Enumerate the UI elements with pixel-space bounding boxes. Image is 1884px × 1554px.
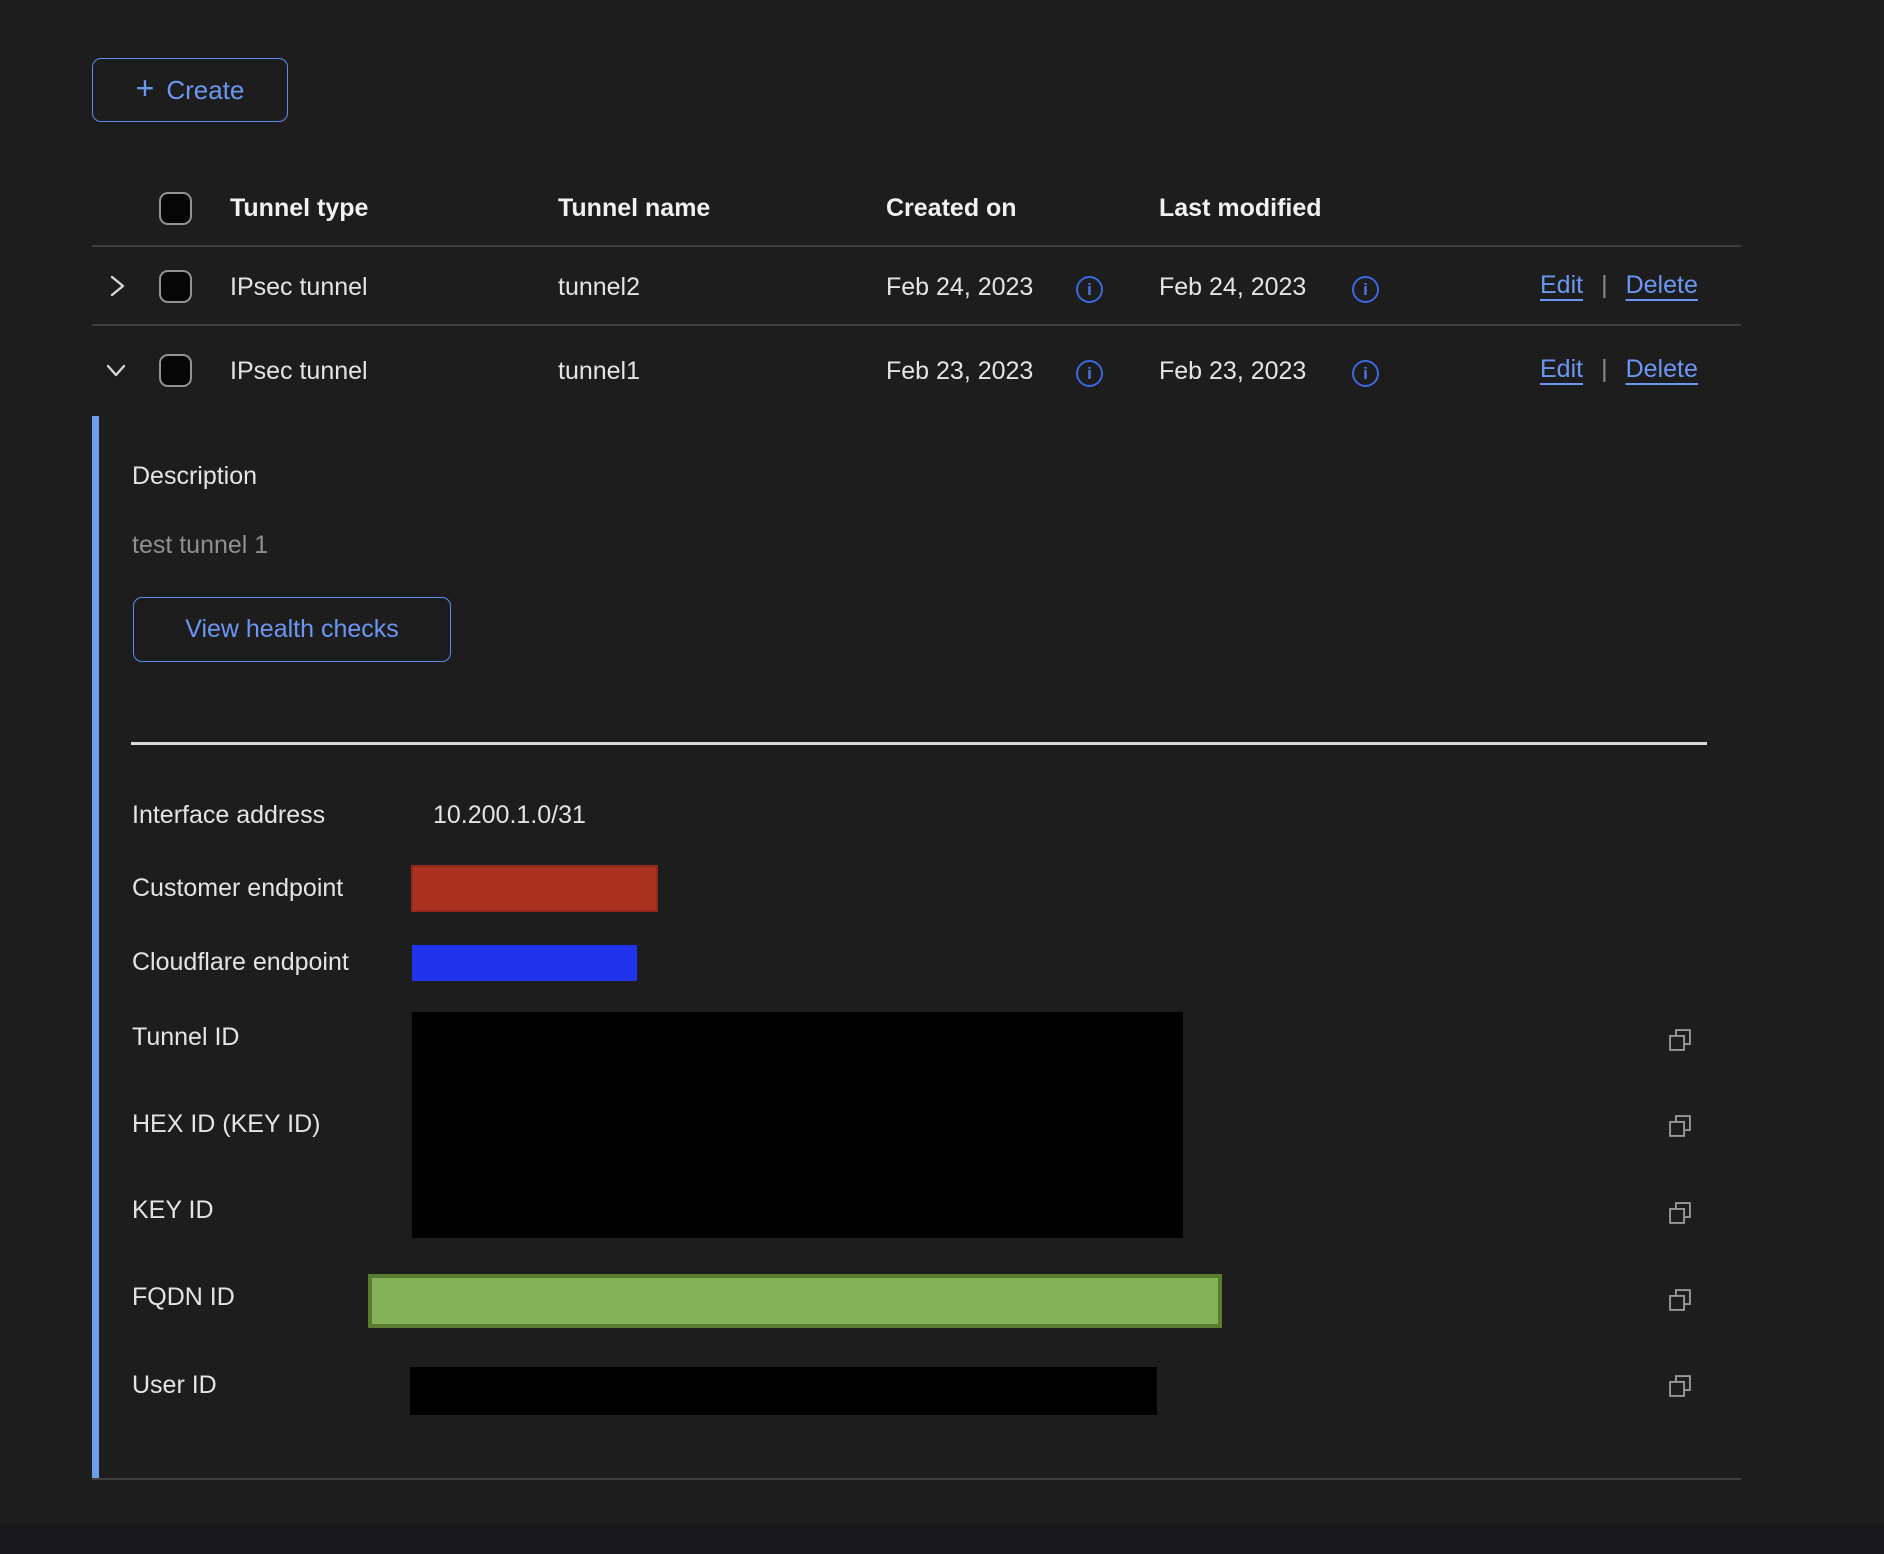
header-created-on: Created on (886, 194, 1017, 223)
expanded-row-accent-bar (92, 416, 99, 1478)
tunnel-id-label: Tunnel ID (132, 1023, 239, 1052)
customer-endpoint-redaction (411, 865, 658, 912)
row-tunnel-type: IPsec tunnel (230, 357, 368, 386)
fqdn-id-label: FQDN ID (132, 1283, 235, 1312)
copy-icon[interactable] (1666, 1112, 1694, 1140)
create-button-label: Create (166, 75, 244, 106)
row-tunnel-type: IPsec tunnel (230, 273, 368, 302)
info-icon[interactable] (1352, 360, 1379, 387)
cloudflare-endpoint-redaction (412, 945, 637, 981)
action-separator: | (1601, 355, 1608, 384)
page-bottom-strip (0, 1524, 1884, 1554)
create-button[interactable]: + Create (92, 58, 288, 122)
row-tunnel-name: tunnel1 (558, 357, 640, 386)
row-actions: Edit | Delete (1540, 355, 1698, 384)
copy-icon[interactable] (1666, 1372, 1694, 1400)
plus-icon: + (136, 72, 155, 104)
chevron-down-icon[interactable] (100, 354, 132, 391)
edit-link[interactable]: Edit (1540, 355, 1583, 384)
description-label: Description (132, 462, 257, 491)
row-created-on: Feb 24, 2023 (886, 273, 1033, 302)
expanded-row-bottom-divider (92, 1478, 1741, 1480)
section-divider (131, 742, 1707, 745)
row-actions: Edit | Delete (1540, 271, 1698, 300)
header-tunnel-name: Tunnel name (558, 194, 710, 223)
ids-redaction-block (412, 1012, 1183, 1238)
key-id-label: KEY ID (132, 1196, 214, 1225)
info-icon[interactable] (1352, 276, 1379, 303)
interface-address-label: Interface address (132, 801, 325, 830)
view-health-checks-label: View health checks (185, 615, 399, 644)
header-divider (92, 245, 1741, 247)
customer-endpoint-label: Customer endpoint (132, 874, 343, 903)
copy-icon[interactable] (1666, 1199, 1694, 1227)
copy-icon[interactable] (1666, 1286, 1694, 1314)
row-last-modified: Feb 23, 2023 (1159, 357, 1306, 386)
user-id-label: User ID (132, 1371, 217, 1400)
header-last-modified: Last modified (1159, 194, 1322, 223)
cloudflare-endpoint-label: Cloudflare endpoint (132, 948, 349, 977)
edit-link[interactable]: Edit (1540, 271, 1583, 300)
copy-icon[interactable] (1666, 1026, 1694, 1054)
info-icon[interactable] (1076, 276, 1103, 303)
row-checkbox[interactable] (159, 270, 192, 303)
action-separator: | (1601, 271, 1608, 300)
row-created-on: Feb 23, 2023 (886, 357, 1033, 386)
hex-id-label: HEX ID (KEY ID) (132, 1110, 320, 1139)
select-all-checkbox[interactable] (159, 192, 192, 225)
chevron-right-icon[interactable] (104, 270, 130, 307)
user-id-redaction (410, 1367, 1157, 1415)
tunnels-page: + Create Tunnel type Tunnel name Created… (0, 0, 1884, 1554)
description-value: test tunnel 1 (132, 531, 268, 560)
info-icon[interactable] (1076, 360, 1103, 387)
delete-link[interactable]: Delete (1626, 271, 1698, 300)
interface-address-value: 10.200.1.0/31 (433, 801, 586, 830)
row-last-modified: Feb 24, 2023 (1159, 273, 1306, 302)
delete-link[interactable]: Delete (1626, 355, 1698, 384)
fqdn-id-redaction (368, 1274, 1222, 1328)
row-checkbox[interactable] (159, 354, 192, 387)
row-divider (92, 324, 1741, 326)
header-tunnel-type: Tunnel type (230, 194, 368, 223)
view-health-checks-button[interactable]: View health checks (133, 597, 451, 662)
row-tunnel-name: tunnel2 (558, 273, 640, 302)
